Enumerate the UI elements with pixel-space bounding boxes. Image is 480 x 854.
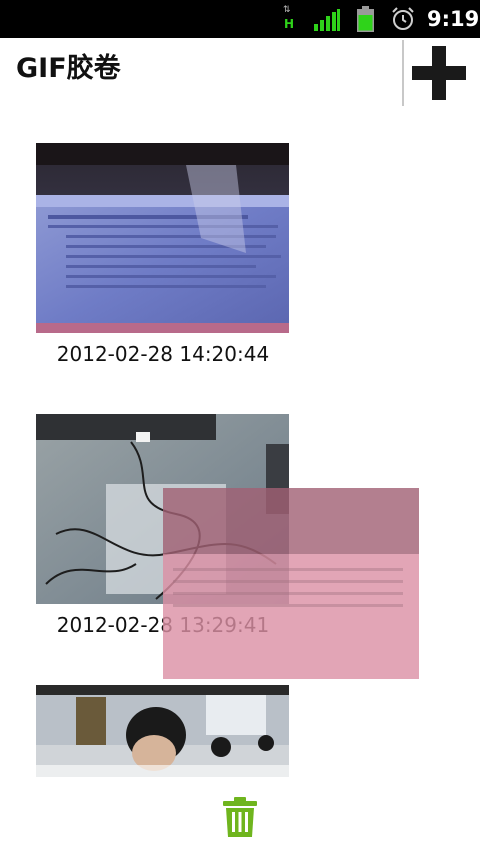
add-button[interactable] bbox=[404, 38, 480, 106]
action-bar: GIF胶卷 bbox=[0, 38, 480, 106]
battery-icon bbox=[357, 6, 374, 32]
status-bar: ⇅ H 9:19 bbox=[0, 0, 480, 38]
network-type-label: H bbox=[284, 17, 295, 31]
alarm-clock-icon bbox=[392, 7, 414, 30]
trash-icon bbox=[223, 797, 257, 837]
signal-bars-icon bbox=[314, 9, 340, 31]
plus-icon bbox=[412, 46, 466, 100]
gif-list-item[interactable]: 2012-02-28 14:20:44 bbox=[36, 143, 290, 373]
gif-thumbnail[interactable] bbox=[36, 143, 289, 333]
hspa-data-icon: ⇅ H bbox=[283, 5, 295, 32]
gif-thumbnail[interactable] bbox=[36, 685, 289, 777]
gif-timestamp: 2012-02-28 14:20:44 bbox=[56, 342, 270, 366]
delete-button[interactable] bbox=[220, 796, 260, 838]
app-title: GIF胶卷 bbox=[16, 53, 121, 84]
clock-time: 9:19 bbox=[427, 7, 480, 31]
drag-preview-overlay[interactable] bbox=[163, 488, 419, 679]
gif-list-item[interactable] bbox=[36, 685, 290, 777]
